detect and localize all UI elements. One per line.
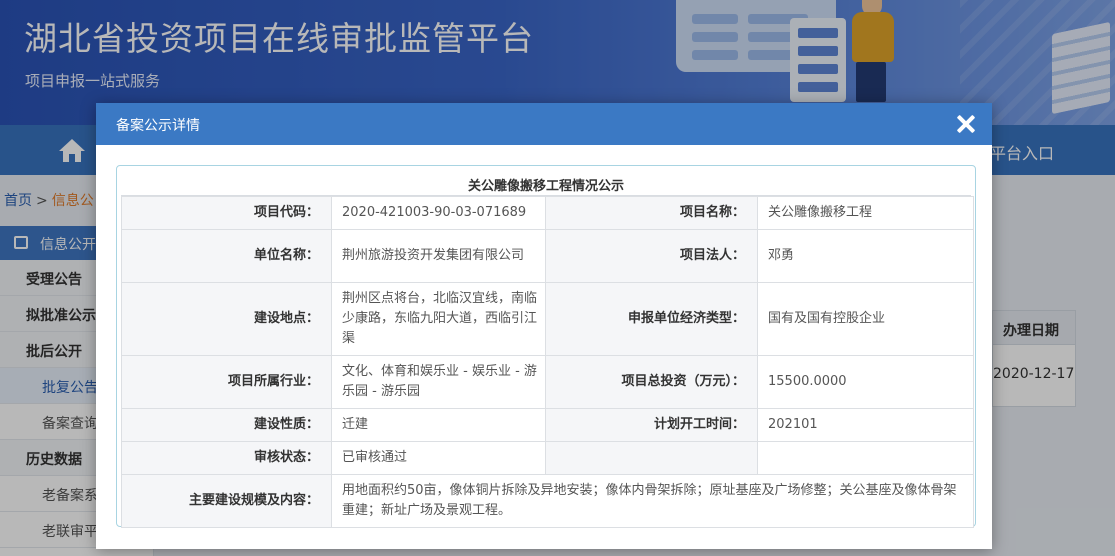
scope-value: 用地面积约50亩，像体铜片拆除及异地安装；像体内骨架拆除；原址基座及广场修整；关… bbox=[331, 474, 974, 528]
total-invest-label: 项目总投资（万元）： bbox=[545, 355, 758, 409]
review-status-label: 审核状态： bbox=[121, 441, 332, 475]
empty-label-cell bbox=[545, 441, 758, 475]
table-row: 建设地点： 荆州区点将台，北临汉宜线，南临少康路，东临九阳大道，西临引江渠 申报… bbox=[121, 282, 974, 356]
table-row: 审核状态： 已审核通过 bbox=[121, 441, 974, 475]
location-value: 荆州区点将台，北临汉宜线，南临少康路，东临九阳大道，西临引江渠 bbox=[331, 282, 546, 356]
modal-header: 备案公示详情 bbox=[96, 103, 992, 145]
project-code-value: 2020-421003-90-03-071689 bbox=[331, 196, 546, 230]
empty-value-cell bbox=[757, 441, 974, 475]
table-row: 项目代码： 2020-421003-90-03-071689 项目名称： 关公雕… bbox=[121, 196, 974, 230]
review-status-value: 已审核通过 bbox=[331, 441, 546, 475]
table-row: 单位名称： 荆州旅游投资开发集团有限公司 项目法人： 邓勇 bbox=[121, 229, 974, 283]
close-icon[interactable] bbox=[954, 112, 978, 136]
table-row: 主要建设规模及内容： 用地面积约50亩，像体铜片拆除及异地安装；像体内骨架拆除；… bbox=[121, 474, 974, 528]
project-code-label: 项目代码： bbox=[121, 196, 332, 230]
detail-panel: 关公雕像搬移工程情况公示 项目代码： 2020-421003-90-03-071… bbox=[116, 165, 976, 528]
modal-title: 备案公示详情 bbox=[116, 118, 200, 134]
econ-type-label: 申报单位经济类型： bbox=[545, 282, 758, 356]
unit-name-label: 单位名称： bbox=[121, 229, 332, 283]
unit-name-value: 荆州旅游投资开发集团有限公司 bbox=[331, 229, 546, 283]
filing-detail-modal: 备案公示详情 关公雕像搬移工程情况公示 项目代码： 2020-421003-90… bbox=[96, 103, 992, 549]
nature-value: 迁建 bbox=[331, 408, 546, 442]
total-invest-value: 15500.0000 bbox=[757, 355, 974, 409]
start-time-value: 202101 bbox=[757, 408, 974, 442]
location-label: 建设地点： bbox=[121, 282, 332, 356]
legal-person-value: 邓勇 bbox=[757, 229, 974, 283]
table-row: 项目所属行业： 文化、体育和娱乐业 - 娱乐业 - 游乐园 - 游乐园 项目总投… bbox=[121, 355, 974, 409]
start-time-label: 计划开工时间： bbox=[545, 408, 758, 442]
industry-value: 文化、体育和娱乐业 - 娱乐业 - 游乐园 - 游乐园 bbox=[331, 355, 546, 409]
scope-label: 主要建设规模及内容： bbox=[121, 474, 332, 528]
industry-label: 项目所属行业： bbox=[121, 355, 332, 409]
legal-person-label: 项目法人： bbox=[545, 229, 758, 283]
panel-title: 关公雕像搬移工程情况公示 bbox=[121, 170, 971, 196]
project-name-value: 关公雕像搬移工程 bbox=[757, 196, 974, 230]
econ-type-value: 国有及国有控股企业 bbox=[757, 282, 974, 356]
table-row: 建设性质： 迁建 计划开工时间： 202101 bbox=[121, 408, 974, 442]
nature-label: 建设性质： bbox=[121, 408, 332, 442]
detail-table: 项目代码： 2020-421003-90-03-071689 项目名称： 关公雕… bbox=[121, 196, 974, 528]
project-name-label: 项目名称： bbox=[545, 196, 758, 230]
